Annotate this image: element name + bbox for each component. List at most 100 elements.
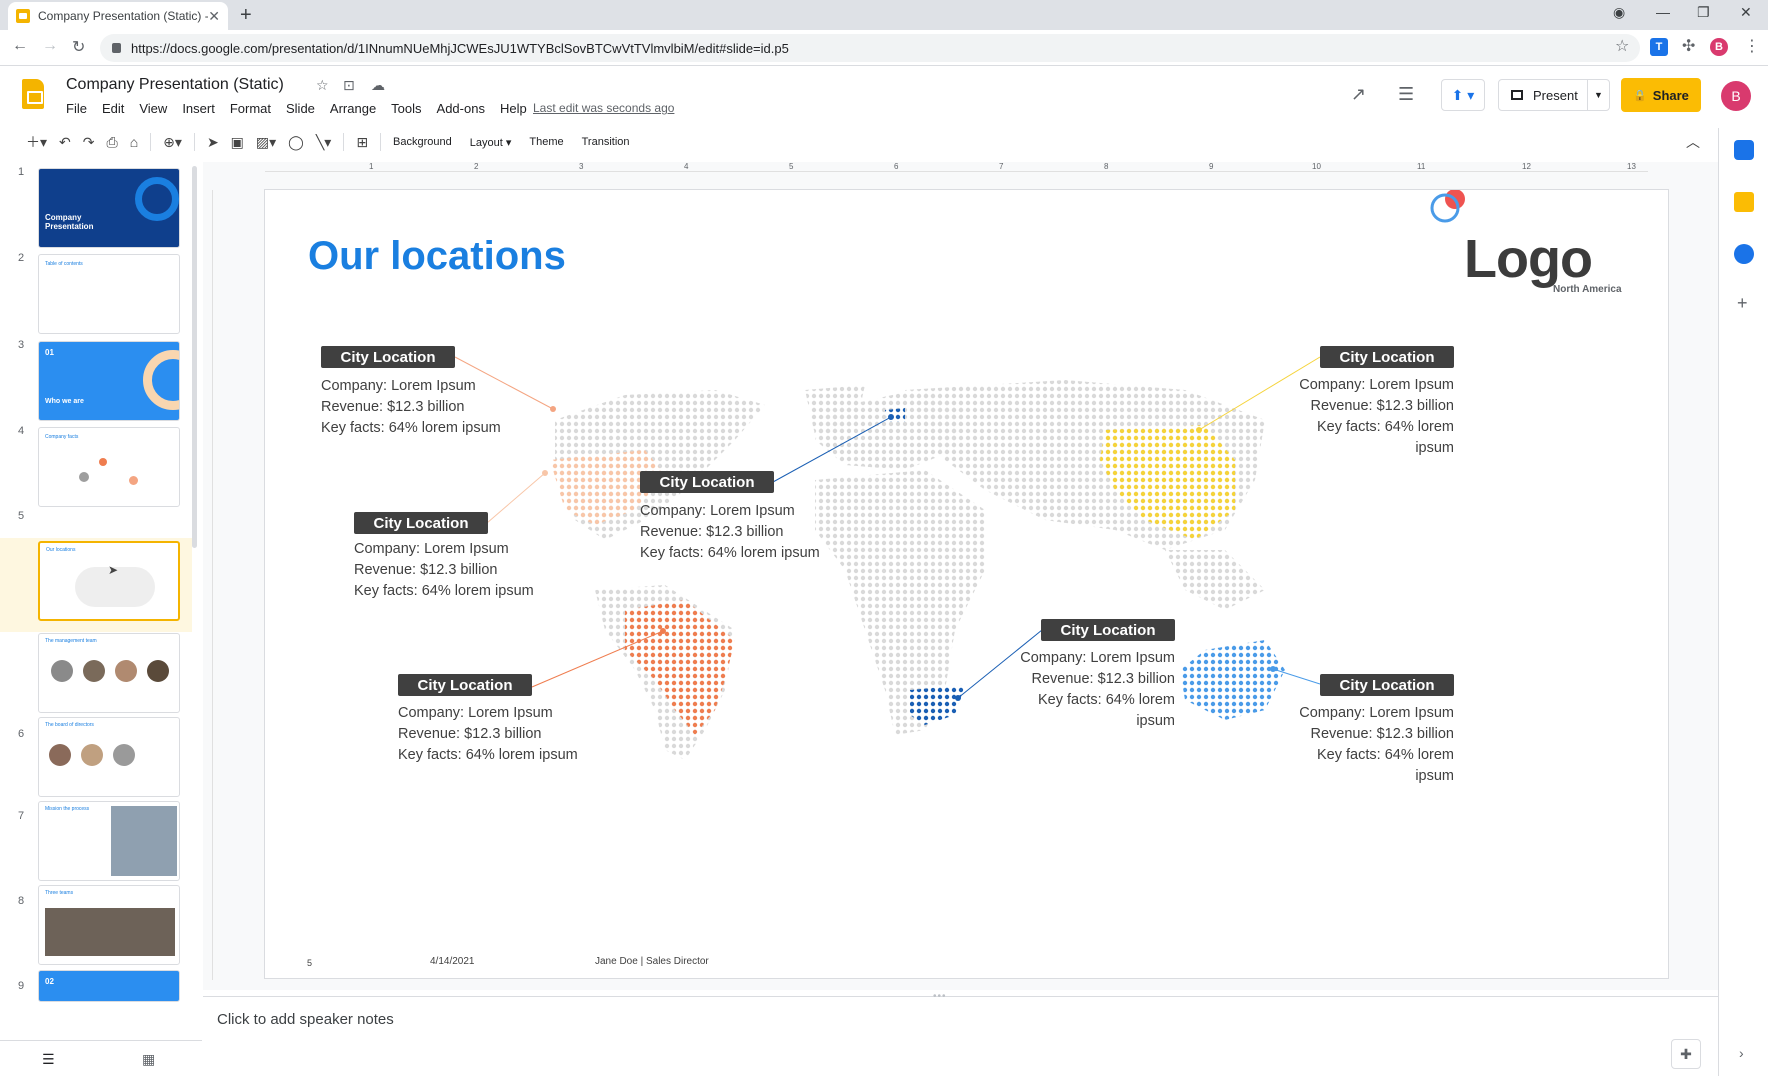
present-button[interactable]: Present ▼: [1498, 79, 1610, 111]
speaker-notes-panel[interactable]: ••• Click to add speaker notes ✚: [203, 991, 1718, 1076]
location-badge[interactable]: City Location: [321, 346, 455, 368]
menu-add-ons[interactable]: Add-ons: [437, 101, 485, 116]
location-badge[interactable]: City Location: [640, 471, 774, 493]
last-edit-link[interactable]: Last edit was seconds ago: [533, 101, 674, 115]
calendar-icon[interactable]: [1734, 140, 1754, 160]
transition-button[interactable]: Transition: [582, 136, 630, 148]
slide-thumbnail-4[interactable]: Company facts: [38, 427, 180, 507]
line-icon[interactable]: ╲▾: [316, 134, 331, 151]
thumb-title: Who we are: [45, 398, 84, 405]
slide-title[interactable]: Our locations: [308, 234, 566, 279]
slide-thumbnail-8[interactable]: Mission the process: [38, 801, 180, 881]
minimize-icon[interactable]: —: [1656, 4, 1670, 20]
slide-thumbnail-2[interactable]: Table of contents: [38, 254, 180, 334]
menu-edit[interactable]: Edit: [102, 101, 124, 116]
filmstrip-view-icon[interactable]: ☰: [42, 1051, 55, 1068]
slide-thumbnail-5[interactable]: Our locations ➤: [38, 541, 180, 621]
location-details[interactable]: Company: Lorem Ipsum Revenue: $12.3 bill…: [354, 539, 534, 602]
location-badge[interactable]: City Location: [1041, 619, 1175, 641]
extensions-puzzle-icon[interactable]: ✣: [1682, 36, 1695, 56]
back-icon[interactable]: ←: [12, 37, 28, 55]
extension-t-icon[interactable]: T: [1650, 38, 1668, 56]
slide-thumbnail-10[interactable]: 02: [38, 970, 180, 1002]
tab-title: Company Presentation (Static) -: [38, 9, 209, 23]
location-details[interactable]: Company: Lorem Ipsum Revenue: $12.3 bill…: [398, 703, 578, 766]
filmstrip-scrollbar[interactable]: [192, 166, 197, 548]
expand-panel-icon[interactable]: ›: [1739, 1045, 1744, 1061]
add-addon-icon[interactable]: +: [1737, 293, 1748, 314]
address-bar[interactable]: https://docs.google.com/presentation/d/1…: [100, 34, 1640, 62]
forward-icon[interactable]: →: [42, 37, 58, 55]
slide-thumbnail-6[interactable]: The management team: [38, 633, 180, 713]
move-folder-icon[interactable]: ⊡: [343, 77, 355, 94]
menu-arrange[interactable]: Arrange: [330, 101, 376, 116]
menu-slide[interactable]: Slide: [286, 101, 315, 116]
redo-icon[interactable]: ↷: [83, 134, 95, 151]
zoom-icon[interactable]: ⊕▾: [163, 134, 182, 151]
user-avatar[interactable]: B: [1721, 81, 1751, 111]
comments-icon[interactable]: ☰: [1398, 84, 1414, 105]
location-details[interactable]: Company: Lorem Ipsum Revenue: $12.3 bill…: [1284, 375, 1454, 459]
location-details[interactable]: Company: Lorem Ipsum Revenue: $12.3 bill…: [1005, 648, 1175, 732]
profile-avatar[interactable]: B: [1710, 38, 1728, 56]
speaker-notes-placeholder[interactable]: Click to add speaker notes: [217, 1011, 394, 1028]
menu-tools[interactable]: Tools: [391, 101, 421, 116]
star-icon[interactable]: ☆: [316, 77, 329, 94]
location-badge[interactable]: City Location: [398, 674, 532, 696]
slide-number: 8: [18, 895, 25, 907]
location-details[interactable]: Company: Lorem Ipsum Revenue: $12.3 bill…: [321, 376, 501, 439]
reload-icon[interactable]: ↻: [72, 37, 85, 57]
browser-menu-icon[interactable]: ⋮: [1744, 36, 1760, 56]
restore-icon[interactable]: ❐: [1697, 4, 1710, 21]
location-badge[interactable]: City Location: [1320, 674, 1454, 696]
meet-present-button[interactable]: ⬆ ▾: [1441, 79, 1485, 111]
activity-dashboard-icon[interactable]: ↗: [1351, 84, 1366, 105]
undo-icon[interactable]: ↶: [59, 134, 71, 151]
add-comment-icon[interactable]: ⊞: [356, 134, 368, 151]
share-button[interactable]: 🔒 Share: [1621, 78, 1701, 112]
slide-thumbnail-7[interactable]: The board of directors: [38, 717, 180, 797]
shape-icon[interactable]: ◯: [288, 134, 304, 151]
select-cursor-icon[interactable]: ➤: [207, 134, 219, 151]
document-title[interactable]: Company Presentation (Static): [66, 76, 284, 94]
current-slide[interactable]: Our locations Logo North America City Lo…: [264, 189, 1669, 979]
menu-view[interactable]: View: [139, 101, 167, 116]
new-tab-icon[interactable]: +: [240, 4, 252, 27]
menu-help[interactable]: Help: [500, 101, 527, 116]
paint-format-icon[interactable]: ⌂: [130, 134, 138, 150]
print-icon[interactable]: ⎙: [107, 134, 118, 151]
slide-thumbnail-9[interactable]: Three teams: [38, 885, 180, 965]
collapse-toolbar-icon[interactable]: ︿: [1686, 132, 1700, 152]
notes-resize-handle-icon[interactable]: •••: [933, 991, 947, 1002]
new-slide-icon[interactable]: ＋▾: [26, 132, 47, 152]
menu-file[interactable]: File: [66, 101, 87, 116]
location-details[interactable]: Company: Lorem Ipsum Revenue: $12.3 bill…: [640, 501, 820, 564]
background-button[interactable]: Background: [393, 136, 452, 148]
connector-dot: [955, 695, 961, 701]
menu-insert[interactable]: Insert: [182, 101, 215, 116]
slides-logo-icon[interactable]: [22, 79, 44, 109]
theme-button[interactable]: Theme: [529, 136, 563, 148]
slide-thumbnail-3[interactable]: 01 Who we are: [38, 341, 180, 421]
slide-thumbnail-1[interactable]: Company Presentation: [38, 168, 180, 248]
explore-icon[interactable]: ✚: [1671, 1039, 1701, 1069]
layout-button[interactable]: Layout ▾: [470, 136, 512, 149]
present-dropdown-icon[interactable]: ▼: [1587, 80, 1609, 110]
bookmark-star-icon[interactable]: ☆: [1615, 36, 1629, 56]
image-icon[interactable]: ▨▾: [256, 134, 276, 151]
tab-search-icon[interactable]: ◉: [1613, 4, 1625, 21]
browser-tab[interactable]: Company Presentation (Static) - ✕: [8, 2, 228, 30]
location-badge[interactable]: City Location: [354, 512, 488, 534]
slides-favicon-icon: [16, 9, 30, 23]
grid-view-icon[interactable]: ▦: [142, 1051, 155, 1068]
thumb-face: [147, 660, 169, 682]
close-window-icon[interactable]: ✕: [1740, 4, 1752, 21]
tasks-icon[interactable]: [1734, 244, 1754, 264]
thumb-tag: 02: [45, 977, 54, 986]
keep-icon[interactable]: [1734, 192, 1754, 212]
text-box-icon[interactable]: ▣: [231, 134, 244, 151]
menu-format[interactable]: Format: [230, 101, 271, 116]
location-badge[interactable]: City Location: [1320, 346, 1454, 368]
location-details[interactable]: Company: Lorem Ipsum Revenue: $12.3 bill…: [1284, 703, 1454, 787]
close-tab-icon[interactable]: ✕: [208, 8, 220, 25]
